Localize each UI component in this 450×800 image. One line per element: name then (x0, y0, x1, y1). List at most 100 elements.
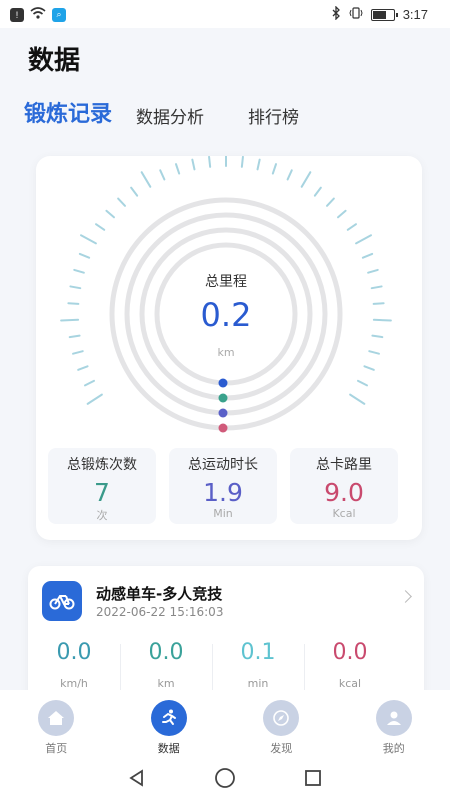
gauge-tick (361, 252, 374, 259)
stat-title: 总锻炼次数 (67, 457, 137, 473)
stat-workout-duration: 总运动时长 1.9 Min (169, 448, 277, 524)
gauge-tick (286, 169, 293, 181)
record-title: 动感单车-多人竞技 (96, 585, 223, 603)
gauge-tick (326, 197, 335, 207)
gauge-tick (349, 393, 366, 405)
nav-item-data[interactable]: 数据 (129, 690, 209, 760)
stat-unit: Min (213, 507, 233, 520)
gauge-tick (337, 209, 347, 219)
gauge-tick (117, 197, 126, 207)
total-distance-value: 0.2 (200, 296, 252, 334)
metric-value: 0.0 (148, 640, 184, 665)
nav-label: 我的 (382, 742, 405, 755)
alert-icon: ! (10, 7, 24, 22)
gauge-tick (140, 171, 152, 188)
gauge-tick (256, 158, 261, 171)
tab-leaderboard[interactable]: 排行榜 (248, 103, 299, 128)
app-notification-icon: ⌕ (52, 7, 66, 22)
metric-speed: 0.0 km/h (28, 636, 120, 690)
run-icon (150, 700, 187, 736)
gauge-tick (240, 156, 244, 168)
tab-bar: 锻炼记录 数据分析 排行榜 (24, 96, 343, 128)
gauge-tick (271, 163, 278, 175)
user-icon (375, 700, 412, 736)
chevron-right-icon[interactable] (399, 590, 412, 603)
battery-icon (370, 8, 398, 21)
home-icon (38, 700, 75, 736)
gauge-tick (130, 186, 139, 197)
status-bar: ! ⌕ 3:17 (0, 0, 450, 28)
gauge-tick (300, 171, 312, 188)
total-distance-unit: km (217, 346, 235, 359)
nav-label: 发现 (270, 742, 293, 755)
stat-unit: Kcal (332, 507, 356, 520)
gauge-progress-dot (218, 408, 228, 418)
recent-apps-icon[interactable] (304, 769, 322, 791)
stat-unit: 次 (96, 509, 108, 522)
gauge-progress-dot (218, 423, 228, 433)
stat-value: 7 (94, 478, 110, 507)
gauge-tick (174, 163, 181, 175)
system-nav-bar (0, 760, 450, 800)
gauge-tick (313, 186, 322, 197)
vibrate-icon (349, 7, 363, 22)
gauge-tick (86, 393, 103, 405)
gauge-tick (68, 334, 81, 339)
stat-title: 总卡路里 (316, 457, 372, 473)
page-title: 数据 (28, 46, 81, 76)
gauge-tick (84, 379, 95, 387)
gauge-tick (159, 169, 166, 181)
status-left: ! ⌕ (10, 6, 66, 23)
metric-unit: min (247, 677, 269, 690)
gauge-tick (346, 223, 357, 231)
nav-item-home[interactable]: 首页 (16, 690, 96, 760)
metric-value: 0.1 (240, 640, 276, 665)
metric-unit: km/h (60, 677, 88, 690)
compass-icon (263, 700, 300, 736)
metric-value: 0.0 (56, 640, 92, 665)
tab-workout-records[interactable]: 锻炼记录 (24, 96, 112, 128)
status-time: 3:17 (402, 7, 428, 22)
nav-label: 首页 (45, 742, 68, 755)
gauge-progress-dot (218, 378, 228, 388)
stat-workout-count: 总锻炼次数 7 次 (48, 448, 156, 524)
bike-icon (42, 581, 82, 621)
record-metrics: 0.0 km/h 0.0 km 0.1 min 0.0 kcal (28, 636, 424, 696)
gauge-tick (95, 223, 106, 231)
metric-distance: 0.0 km (120, 636, 212, 696)
gauge-tick (105, 209, 115, 219)
stat-title: 总运动时长 (188, 457, 258, 473)
gauge-tick (78, 252, 91, 259)
stat-value: 9.0 (324, 478, 364, 507)
nav-item-discover[interactable]: 发现 (241, 690, 321, 760)
metric-unit: kcal (338, 677, 362, 690)
gauge-tick (363, 365, 375, 371)
stat-total-calories: 总卡路里 9.0 Kcal (290, 448, 398, 524)
bottom-nav: 首页 数据 发现 我的 (0, 690, 450, 760)
tab-data-analysis[interactable]: 数据分析 (136, 103, 204, 128)
back-icon[interactable] (128, 769, 146, 791)
workout-record-card[interactable]: 动感单车-多人竞技 2022-06-22 15:16:03 0.0 km/h 0… (28, 566, 424, 706)
gauge-tick (191, 158, 196, 171)
gauge-tick (79, 234, 97, 245)
stat-row: 总锻炼次数 7 次 总运动时长 1.9 Min 总卡路里 9.0 Kcal (48, 448, 398, 524)
bluetooth-icon (332, 5, 341, 23)
gauge-tick (355, 234, 373, 245)
metric-value: 0.0 (332, 640, 368, 665)
gauge-tick (77, 365, 89, 371)
home-circle-icon[interactable] (214, 767, 236, 793)
nav-item-profile[interactable]: 我的 (354, 690, 434, 760)
nav-label: 数据 (157, 742, 180, 755)
metric-unit: km (157, 677, 175, 690)
summary-card: 总里程 0.2 km 总锻炼次数 7 次 总运动时长 1.9 Min 总卡路里 … (36, 156, 422, 540)
status-right: 3:17 (332, 5, 428, 23)
metric-duration: 0.1 min (212, 636, 304, 696)
record-time: 2022-06-22 15:16:03 (96, 605, 224, 619)
gauge-tick (208, 156, 212, 168)
gauge-tick (357, 379, 368, 387)
metric-calories: 0.0 kcal (304, 636, 396, 696)
wifi-icon (30, 6, 46, 23)
gauge-progress-dot (218, 393, 228, 403)
stat-value: 1.9 (203, 478, 243, 507)
total-distance-label: 总里程 (205, 274, 247, 290)
